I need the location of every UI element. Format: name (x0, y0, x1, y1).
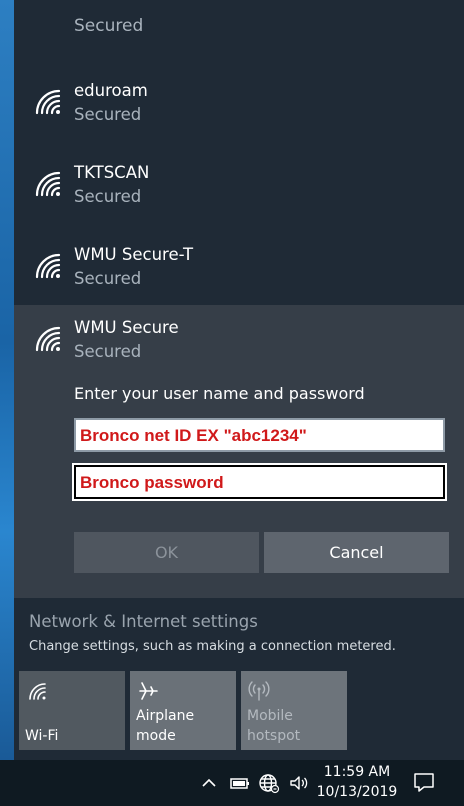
cancel-button[interactable]: Cancel (264, 532, 449, 573)
network-settings-description: Change settings, such as making a connec… (29, 639, 396, 654)
clock-time[interactable]: 11:59 AM (318, 764, 396, 780)
wifi-signal-icon (35, 326, 61, 352)
network-item-eduroam[interactable]: eduroam Secured (14, 68, 464, 150)
mobile-hotspot-quick-action[interactable]: Mobile hotspot (241, 671, 347, 750)
password-value: Bronco password (80, 473, 224, 492)
network-settings-link[interactable]: Network & Internet settings (29, 612, 258, 631)
password-field[interactable]: Bronco password (72, 463, 447, 501)
chevron-up-icon[interactable] (198, 772, 220, 794)
network-status: Secured (74, 105, 142, 124)
wifi-signal-icon (35, 253, 61, 279)
network-name: eduroam (74, 81, 148, 100)
partial-network-status: Secured (74, 16, 144, 36)
globe-network-icon[interactable] (258, 772, 280, 794)
wifi-label: Wi-Fi (25, 728, 59, 744)
network-name: TKTSCAN (74, 163, 150, 182)
network-name: WMU Secure-T (74, 245, 194, 264)
notification-icon[interactable] (412, 770, 436, 794)
credential-prompt: Enter your user name and password (74, 384, 365, 403)
network-name: WMU Secure (74, 318, 179, 337)
airplane-mode-label: Airplane mode (136, 708, 195, 744)
desktop-background (0, 0, 14, 760)
taskbar: 11:59 AM 10/13/2019 (0, 760, 464, 806)
battery-icon[interactable] (229, 772, 251, 794)
airplane-mode-quick-action[interactable]: Airplane mode (130, 671, 236, 750)
wifi-signal-icon (35, 89, 61, 115)
network-status: Secured (74, 269, 142, 288)
network-status: Secured (74, 187, 142, 206)
wifi-quick-action[interactable]: Wi-Fi (19, 671, 125, 750)
wifi-signal-icon (35, 171, 61, 197)
airplane-icon (139, 682, 158, 700)
hotspot-icon (248, 681, 270, 701)
network-list[interactable]: Secured eduroam Secured TKTSCAN Secured … (14, 0, 464, 598)
network-status: Secured (74, 342, 142, 361)
mobile-hotspot-label: Mobile hotspot (247, 708, 301, 744)
wifi-icon (29, 683, 46, 700)
network-item-wmu-secure[interactable]: WMU Secure Secured Enter your user name … (14, 305, 464, 598)
network-item-tktscan[interactable]: TKTSCAN Secured (14, 150, 464, 232)
username-value: Bronco net ID EX "abc1234" (80, 426, 307, 445)
network-flyout: Secured eduroam Secured TKTSCAN Secured … (14, 0, 464, 760)
volume-icon[interactable] (288, 772, 310, 794)
clock-date[interactable]: 10/13/2019 (312, 784, 402, 800)
network-item-wmu-secure-t[interactable]: WMU Secure-T Secured (14, 232, 464, 314)
username-field[interactable]: Bronco net ID EX "abc1234" (74, 418, 445, 452)
ok-button[interactable]: OK (74, 532, 259, 573)
